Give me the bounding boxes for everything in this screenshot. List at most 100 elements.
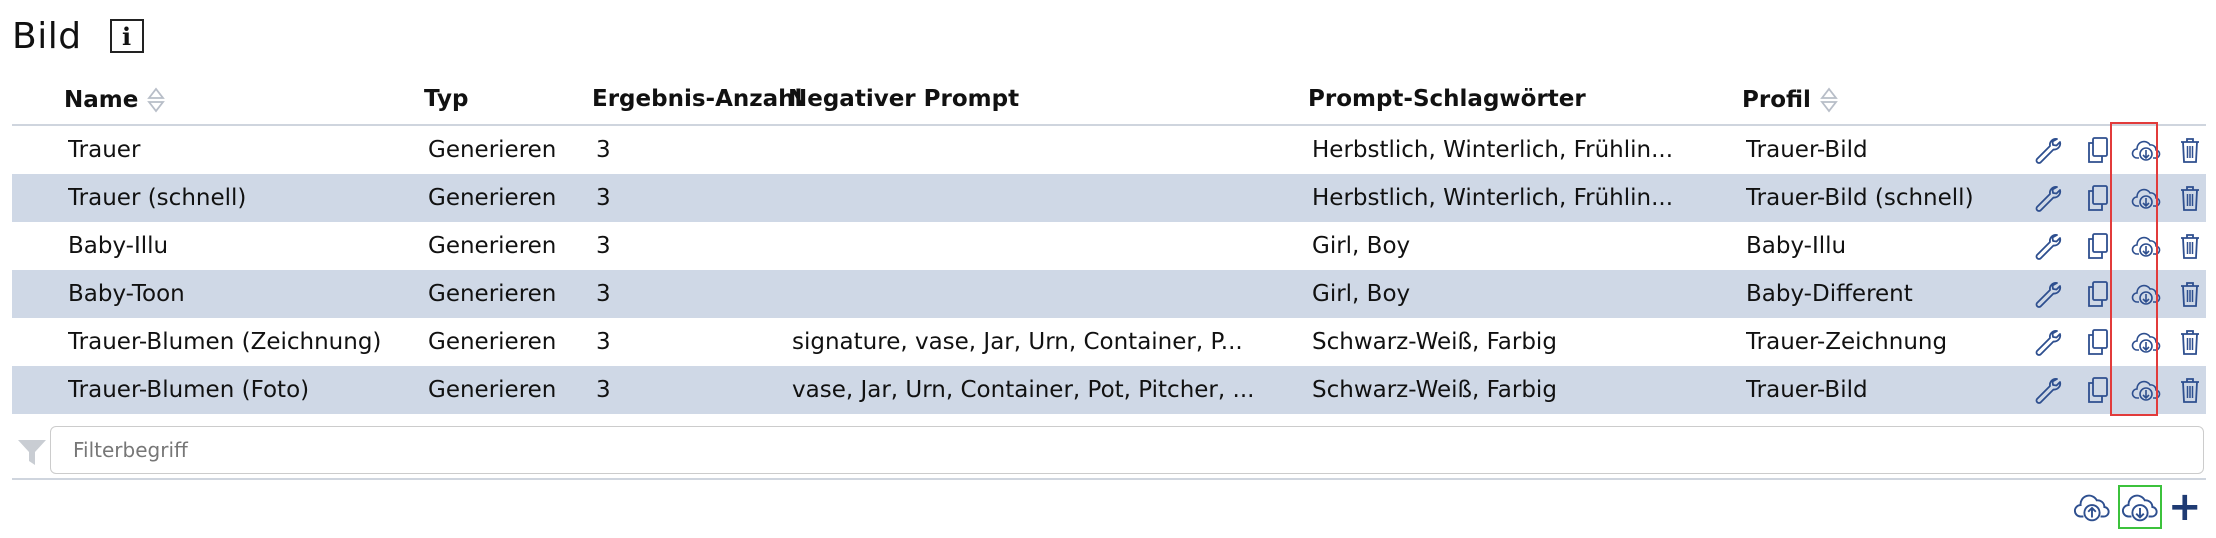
table-row: Trauer (schnell) Generieren 3 Herbstlich, W… xyxy=(12,174,2206,222)
cell-name: Trauer (schnell) xyxy=(68,185,247,211)
wrench-icon xyxy=(2035,186,2062,212)
copy-button[interactable] xyxy=(2082,182,2114,214)
trash-icon xyxy=(2181,138,2199,163)
column-header-keywords: Prompt-Schlagwörter xyxy=(1308,86,1586,112)
wrench-icon xyxy=(2035,234,2062,260)
copy-icon xyxy=(2088,233,2108,259)
sort-icon[interactable] xyxy=(146,86,166,114)
cell-name: Trauer-Blumen (Zeichnung) xyxy=(68,329,382,355)
cloud-download-icon xyxy=(2131,284,2161,305)
column-header-name-label: Name xyxy=(64,87,139,113)
download-button[interactable] xyxy=(2130,278,2162,310)
page-title: Bild xyxy=(12,15,82,57)
column-header-profile-label: Profil xyxy=(1742,87,1811,113)
download-all-button[interactable] xyxy=(2118,485,2162,529)
cell-name: Baby-Toon xyxy=(68,281,185,307)
column-header-profile[interactable]: Profil xyxy=(1742,86,1839,114)
cell-count: 3 xyxy=(596,233,611,259)
cell-profile: Trauer-Bild xyxy=(1746,137,1868,163)
cell-keywords: Schwarz-Weiß, Farbig xyxy=(1312,377,1557,403)
copy-icon xyxy=(2088,281,2108,307)
cell-typ: Generieren xyxy=(428,329,557,355)
presets-table: Name Typ Ergebnis-Anzahl Negativer Promp… xyxy=(12,76,2206,414)
copy-button[interactable] xyxy=(2082,374,2114,406)
table-row: Trauer-Blumen (Foto) Generieren 3 vase, Jar… xyxy=(12,366,2206,414)
trash-icon xyxy=(2181,186,2199,211)
column-header-count: Ergebnis-Anzahl xyxy=(592,86,803,112)
copy-icon xyxy=(2088,329,2108,355)
wrench-icon xyxy=(2035,378,2062,404)
copy-button[interactable] xyxy=(2082,134,2114,166)
cloud-download-icon xyxy=(2131,380,2161,401)
column-header-name[interactable]: Name xyxy=(64,86,166,114)
cloud-download-icon xyxy=(2131,140,2161,161)
cell-typ: Generieren xyxy=(428,137,557,163)
page-header: Bild i xyxy=(12,10,144,62)
cell-keywords: Girl, Boy xyxy=(1312,233,1411,259)
delete-button[interactable] xyxy=(2174,326,2206,358)
cell-name: Baby-Illu xyxy=(68,233,169,259)
cell-profile: Baby-Different xyxy=(1746,281,1913,307)
cloud-download-icon xyxy=(2121,494,2158,522)
cell-typ: Generieren xyxy=(428,377,557,403)
copy-icon xyxy=(2088,185,2108,211)
delete-button[interactable] xyxy=(2174,278,2206,310)
download-button[interactable] xyxy=(2130,182,2162,214)
copy-icon xyxy=(2088,137,2108,163)
copy-button[interactable] xyxy=(2082,230,2114,262)
wrench-icon xyxy=(2035,282,2062,308)
filter-input[interactable] xyxy=(50,426,2204,474)
download-button[interactable] xyxy=(2130,134,2162,166)
cell-negative-prompt xyxy=(792,174,1252,222)
cell-keywords: Girl, Boy xyxy=(1312,281,1411,307)
filter-bar xyxy=(12,424,2206,480)
cloud-download-icon xyxy=(2131,188,2161,209)
cell-typ: Generieren xyxy=(428,233,557,259)
table-header: Name Typ Ergebnis-Anzahl Negativer Promp… xyxy=(12,76,2206,126)
cell-profile: Baby-Illu xyxy=(1746,233,1847,259)
column-header-typ: Typ xyxy=(424,86,469,112)
cell-negative-prompt xyxy=(792,126,1252,174)
cell-typ: Generieren xyxy=(428,281,557,307)
cloud-download-icon xyxy=(2131,332,2161,353)
cell-negative-prompt: signature, vase, Jar, Urn, Container, P.… xyxy=(792,329,1243,355)
trash-icon xyxy=(2181,378,2199,403)
bottom-actions: + xyxy=(2070,484,2202,530)
edit-button[interactable] xyxy=(2032,134,2064,166)
cell-profile: Trauer-Bild (schnell) xyxy=(1746,185,1974,211)
filter-icon xyxy=(18,440,46,465)
table-row: Baby-Toon Generieren 3 Girl, Boy Baby-Differ… xyxy=(12,270,2206,318)
edit-button[interactable] xyxy=(2032,374,2064,406)
wrench-icon xyxy=(2035,138,2062,164)
table-row: Trauer-Blumen (Zeichnung) Generieren 3 sign… xyxy=(12,318,2206,366)
column-header-negative: Negativer Prompt xyxy=(788,86,1020,112)
wrench-icon xyxy=(2035,330,2062,356)
add-button[interactable]: + xyxy=(2168,487,2202,527)
cell-negative-prompt: vase, Jar, Urn, Container, Pot, Pitcher,… xyxy=(792,377,1252,403)
edit-button[interactable] xyxy=(2032,182,2064,214)
delete-button[interactable] xyxy=(2174,134,2206,166)
edit-button[interactable] xyxy=(2032,326,2064,358)
upload-button[interactable] xyxy=(2070,485,2114,529)
copy-button[interactable] xyxy=(2082,278,2114,310)
cell-count: 3 xyxy=(596,137,611,163)
copy-button[interactable] xyxy=(2082,326,2114,358)
delete-button[interactable] xyxy=(2174,230,2206,262)
cell-name: Trauer xyxy=(68,137,141,163)
edit-button[interactable] xyxy=(2032,230,2064,262)
cell-keywords: Herbstlich, Winterlich, Frühlin... xyxy=(1312,137,1674,163)
delete-button[interactable] xyxy=(2174,374,2206,406)
cell-profile: Trauer-Zeichnung xyxy=(1746,329,1948,355)
download-button[interactable] xyxy=(2130,374,2162,406)
cell-name: Trauer-Blumen (Foto) xyxy=(68,377,310,403)
trash-icon xyxy=(2181,282,2199,307)
download-button[interactable] xyxy=(2130,326,2162,358)
delete-button[interactable] xyxy=(2174,182,2206,214)
download-button[interactable] xyxy=(2130,230,2162,262)
trash-icon xyxy=(2181,234,2199,259)
table-row: Baby-Illu Generieren 3 Girl, Boy Baby-Illu xyxy=(12,222,2206,270)
cell-typ: Generieren xyxy=(428,185,557,211)
edit-button[interactable] xyxy=(2032,278,2064,310)
sort-icon[interactable] xyxy=(1819,86,1839,114)
info-icon[interactable]: i xyxy=(109,19,144,53)
